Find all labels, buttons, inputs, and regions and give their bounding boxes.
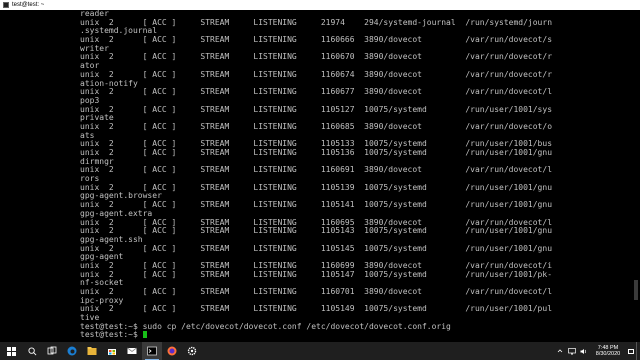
terminal-line: tive [80,314,100,323]
store-icon [108,349,116,355]
terminal-line: gpg-agent.extra [80,209,153,218]
taskbar-settings[interactable] [182,342,202,360]
terminal-app-icon [3,2,9,8]
tray-volume[interactable] [578,342,590,360]
terminal-cursor [142,331,147,339]
clock-date: 8/30/2020 [595,351,621,357]
terminal-line: unix 2 [ ACC ] STREAM LISTENING 1160677 … [80,88,552,97]
task-view-button[interactable] [42,342,62,360]
terminal-line: unix 2 [ ACC ] STREAM LISTENING 1160666 … [80,36,552,45]
terminal-line: reader [80,10,109,18]
windows-logo-icon [6,346,16,356]
terminal-line: unix 2 [ ACC ] STREAM LISTENING 1160674 … [80,70,552,79]
terminal-line: gpg-agent [80,253,124,262]
terminal-scrollbar[interactable] [632,10,640,342]
terminal-line: gpg-agent.browser [80,192,162,201]
volume-icon [580,348,587,354]
edge-icon [67,346,77,356]
terminal-line: unix 2 [ ACC ] STREAM LISTENING 1105141 … [80,201,552,210]
taskbar-firefox[interactable] [162,342,182,360]
scrollbar-thumb[interactable] [634,280,638,300]
terminal-line: .systemd.journal [80,27,158,36]
mail-icon [127,347,137,354]
terminal-line: dirmngr [80,157,114,166]
terminal-line: ation-notify [80,79,138,88]
system-tray: 7:48 PM 8/30/2020 [554,342,640,360]
terminal-line: unix 2 [ ACC ] STREAM LISTENING 1105149 … [80,305,552,314]
terminal-prompt-line[interactable]: test@test:~$ [80,331,552,340]
terminal-line: private [80,114,114,123]
terminal-line: unix 2 [ ACC ] STREAM LISTENING 1105136 … [80,149,552,157]
file-explorer-icon [87,347,97,355]
search-icon [27,346,36,355]
terminal-line: unix 2 [ ACC ] STREAM LISTENING 1160670 … [80,53,552,62]
taskbar-file-explorer[interactable] [82,342,102,360]
terminal-line: unix 2 [ ACC ] STREAM LISTENING 1160685 … [80,122,552,131]
taskbar: 7:48 PM 8/30/2020 [0,342,640,360]
terminal-line: unix 2 [ ACC ] STREAM LISTENING 1105139 … [80,183,552,192]
start-button[interactable] [0,342,22,360]
terminal-area[interactable]: reader unix 2 [ ACC ] STREAM LISTENING 21… [0,10,640,342]
terminal-line: unix 2 [ ACC ] STREAM LISTENING 1105133 … [80,140,552,149]
terminal-line: writer [80,44,109,53]
terminal-line: unix 2 [ ACC ] STREAM LISTENING 1105143 … [80,227,552,236]
chevron-up-icon [557,349,563,353]
task-view-icon [47,346,57,355]
terminal-line: unix 2 [ ACC ] STREAM LISTENING 1160699 … [80,261,552,270]
terminal-line: unix 2 [ ACC ] STREAM LISTENING 1160691 … [80,166,552,175]
window-title: test@test: ~ [12,2,45,8]
tray-network[interactable] [566,342,578,360]
network-icon [568,347,576,354]
taskbar-edge[interactable] [62,342,82,360]
terminal-line: ats [80,131,95,140]
terminal-prompt: test@test:~$ [80,331,143,340]
terminal-line: unix 2 [ ACC ] STREAM LISTENING 1105147 … [80,270,552,279]
terminal-icon [147,346,157,356]
terminal-line: gpg-agent.ssh [80,235,143,244]
terminal-line: unix 2 [ ACC ] STREAM LISTENING 1160695 … [80,218,552,227]
terminal-line: test@test:~$ sudo cp /etc/dovecot/doveco… [80,322,451,331]
terminal-line: rors [80,175,100,184]
taskbar-terminal[interactable] [142,342,162,360]
terminal-line: unix 2 [ ACC ] STREAM LISTENING 1105145 … [80,244,552,253]
action-center-button[interactable] [626,342,636,360]
terminal-line: ipc-proxy [80,296,124,305]
terminal-line: unix 2 [ ACC ] STREAM LISTENING 21974 29… [80,18,552,27]
terminal-line: ator [80,62,100,71]
taskbar-store[interactable] [102,342,122,360]
tray-chevron[interactable] [554,342,566,360]
terminal-line: unix 2 [ ACC ] STREAM LISTENING 1160701 … [80,288,552,296]
taskbar-mail[interactable] [122,342,142,360]
terminal-line: unix 2 [ ACC ] STREAM LISTENING 1105127 … [80,105,552,114]
terminal-line: nf-socket [80,279,124,288]
taskbar-clock[interactable]: 7:48 PM 8/30/2020 [590,345,626,358]
settings-icon [187,346,197,356]
firefox-icon [167,346,177,356]
show-desktop-button[interactable] [636,342,640,360]
search-button[interactable] [22,342,42,360]
terminal-line: pop3 [80,96,100,105]
notification-icon [628,348,634,354]
terminal-output: reader unix 2 [ ACC ] STREAM LISTENING 21… [80,10,552,342]
